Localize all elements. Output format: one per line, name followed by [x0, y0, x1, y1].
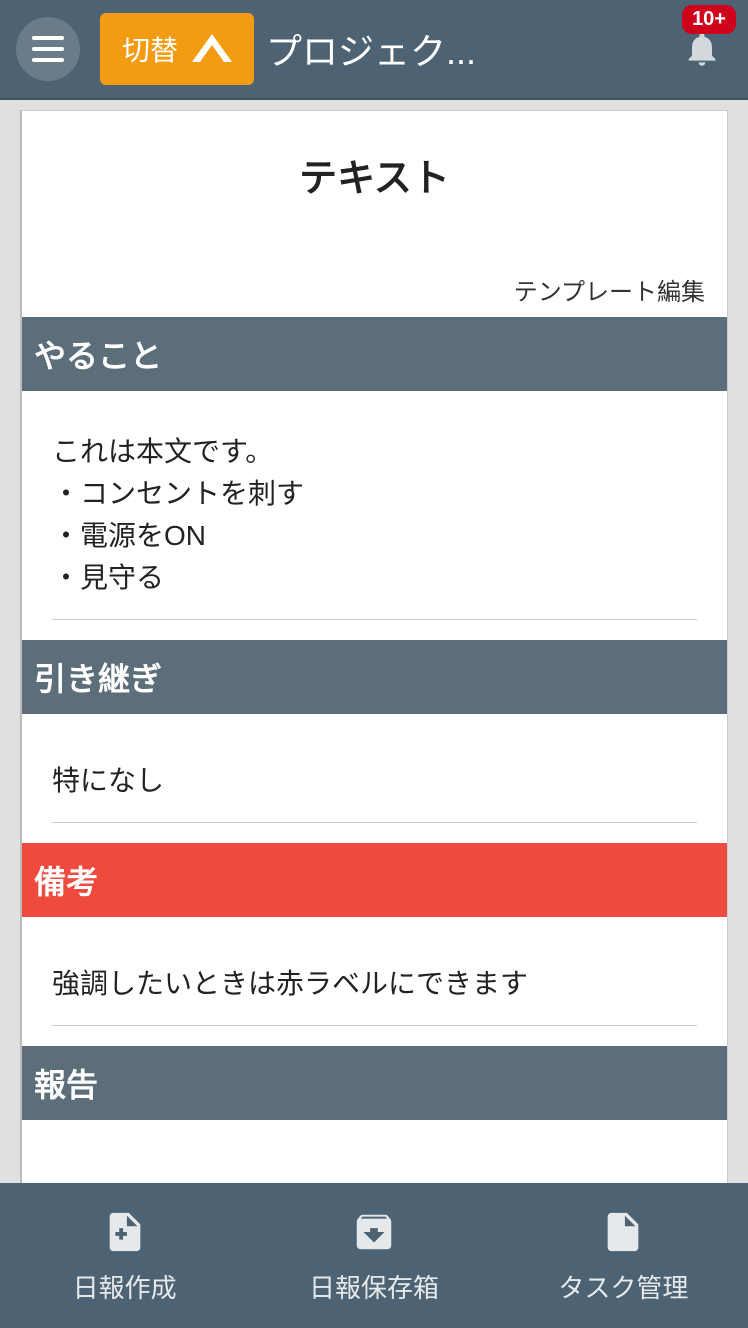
bottom-nav: 日報作成 日報保存箱 タスク管理 — [0, 1183, 748, 1328]
nav-item-saved-reports[interactable]: 日報保存箱 — [249, 1183, 498, 1328]
nav-item-task-management[interactable]: タスク管理 — [499, 1183, 748, 1328]
section-body-todo: これは本文です。 ・コンセントを刺す ・電源をON ・見守る — [22, 391, 727, 640]
page-title: プロジェク... — [266, 23, 672, 75]
section-text-report[interactable] — [52, 1160, 697, 1183]
section-header-todo: やること — [22, 317, 727, 391]
switch-button-label: 切替 — [122, 29, 178, 69]
notification-badge: 10+ — [682, 5, 736, 34]
archive-icon — [351, 1206, 397, 1258]
section-text-notes[interactable]: 強調したいときは赤ラベルにできます — [52, 957, 697, 1026]
restore-icon — [600, 1206, 646, 1258]
hamburger-icon — [32, 36, 64, 40]
switch-button[interactable]: 切替 — [100, 13, 254, 85]
app-header: 切替 プロジェク... 10+ — [0, 0, 748, 100]
nav-item-create-report[interactable]: 日報作成 — [0, 1183, 249, 1328]
section-text-todo[interactable]: これは本文です。 ・コンセントを刺す ・電源をON ・見守る — [52, 431, 697, 620]
section-header-report: 報告 — [22, 1046, 727, 1120]
template-edit-link[interactable]: テンプレート編集 — [22, 222, 727, 317]
section-body-notes: 強調したいときは赤ラベルにできます — [22, 917, 727, 1046]
main-content: テキスト テンプレート編集 やること これは本文です。 ・コンセントを刺す ・電… — [0, 102, 748, 1183]
file-add-icon — [102, 1206, 148, 1258]
notification-button[interactable]: 10+ — [682, 27, 722, 71]
section-body-report — [22, 1120, 727, 1183]
section-header-notes: 備考 — [22, 843, 727, 917]
main-title: テキスト — [22, 111, 727, 222]
triangle-up-icon — [192, 34, 232, 64]
section-header-handover: 引き継ぎ — [22, 640, 727, 714]
section-text-handover[interactable]: 特になし — [52, 754, 697, 823]
nav-label-create: 日報作成 — [73, 1268, 177, 1305]
section-body-handover: 特になし — [22, 714, 727, 843]
menu-button[interactable] — [16, 17, 80, 81]
nav-label-saved: 日報保存箱 — [309, 1268, 439, 1305]
content-card: テキスト テンプレート編集 やること これは本文です。 ・コンセントを刺す ・電… — [20, 110, 728, 1183]
nav-label-task: タスク管理 — [558, 1268, 688, 1305]
